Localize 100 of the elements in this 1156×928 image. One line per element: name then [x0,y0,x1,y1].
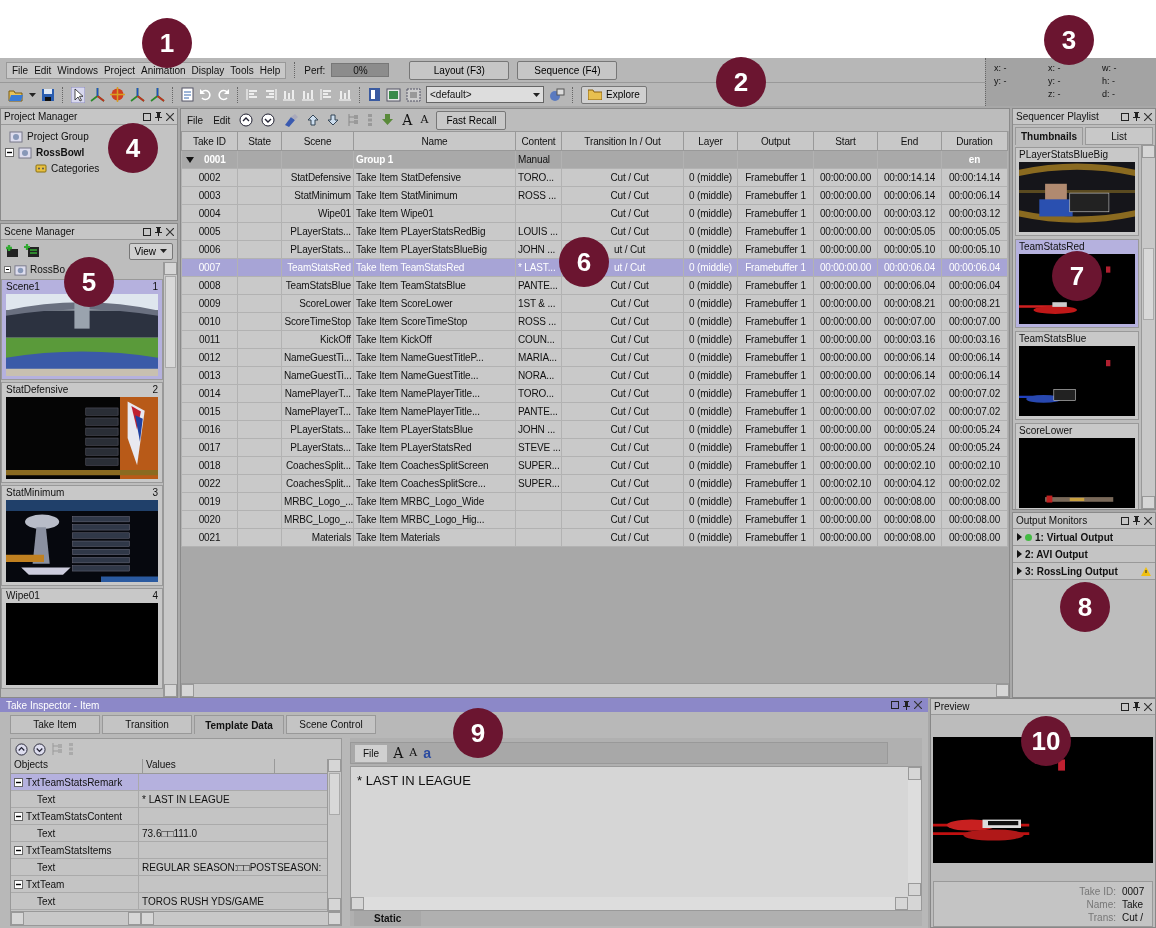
image-icon[interactable] [386,87,401,102]
add-folder-icon[interactable] [24,244,40,258]
scene-card[interactable]: Wipe01 4 [1,588,163,689]
playlist-card[interactable]: ScoreLower [1015,423,1139,509]
save-icon[interactable] [41,87,55,102]
tree-item[interactable]: Project Group [27,130,89,142]
mode-button[interactable]: Sequence (F4) [517,60,618,80]
object-row[interactable]: TxtTeam [11,876,327,893]
tab[interactable]: File [355,744,388,762]
column-header[interactable]: Layer [683,131,738,151]
fast-recall-button[interactable]: Fast Recall [436,110,507,130]
decrease-font-button[interactable]: A [409,746,418,760]
table-row[interactable]: 0012 NameGuestTi... Take Item NameGuestTitleP... MARIA... Cut / Cut 0 (middle) Framebuffer 1 00:00:00.00 00:00:06.14 00:00:06.14 [181,348,1008,367]
collapse-icon[interactable] [14,777,23,787]
close-icon[interactable] [1144,112,1152,121]
scene-card[interactable]: StatDefensive 2 [1,382,163,483]
restore-icon[interactable] [1121,112,1129,121]
expand-icon[interactable] [1017,567,1022,575]
pin-icon[interactable] [1133,702,1140,711]
scrollbar[interactable] [327,759,341,911]
tab[interactable]: Scene Control [286,715,376,734]
caret-icon[interactable] [29,92,36,97]
table-row[interactable]: 0015 NamePlayerT... Take Item NamePlayerTitle... PANTE... Cut / Cut 0 (middle) Framebuffer 1 00:00:00.00 00:00:07.02 00:00:07.02 [181,402,1008,421]
column-header[interactable]: Output [737,131,814,151]
column-header[interactable]: Take ID [181,131,238,151]
increase-font-button[interactable]: A [402,113,413,127]
collapse-icon[interactable] [186,156,194,163]
tab[interactable]: Static [354,911,422,926]
down-circle-icon[interactable] [33,742,46,756]
column-header[interactable]: Objects [11,759,143,773]
collapse-icon[interactable] [4,266,11,273]
tree-item[interactable]: RossBo [30,264,65,275]
scrollbar[interactable] [1141,145,1155,509]
scrollbar[interactable] [141,912,341,925]
menu-item[interactable]: Windows [56,64,99,76]
tree-item[interactable]: RossBowl [36,146,85,158]
scrollbar[interactable] [181,683,1009,697]
restore-icon[interactable] [1121,516,1129,525]
up-arrow-icon[interactable] [307,114,320,126]
tab[interactable]: Transition [102,715,192,734]
table-row[interactable]: 0005 PLayerStats... Take Item PLayerStatsRedBig LOUIS ... Cut / Cut 0 (middle) Framebuffer 1 00:00:00.00 00:00:05.05 00:00:05.05 [181,222,1008,241]
axes-icon[interactable] [150,87,165,102]
menu-item[interactable]: File [11,64,30,76]
close-icon[interactable] [1144,702,1152,711]
add-scene-icon[interactable] [5,244,19,258]
scene-card[interactable]: StatMinimum 3 [1,485,163,586]
pin-icon[interactable] [903,700,910,710]
link-icon[interactable] [549,87,565,102]
table-row[interactable]: 0021 Materials Take Item Materials Cut / Cut 0 (middle) Framebuffer 1 00:00:00.00 00:00:08.00 00:00:08.00 [181,528,1008,547]
open-folder-icon[interactable] [8,87,24,102]
menu-item[interactable]: Help [258,64,282,76]
menu-item[interactable]: File [186,114,205,126]
table-row[interactable]: 0010 ScoreTimeStop Take Item ScoreTimeStop ROSS ... Cut / Cut 0 (middle) Framebuffer 1 00:00:00.00 00:00:07.00 00:00:07.00 [181,312,1008,331]
column-header[interactable]: Content [515,131,562,151]
table-row[interactable]: 0003 StatMinimum Take Item StatMinimum ROSS ... Cut / Cut 0 (middle) Framebuffer 1 00:00:00.00 00:00:06.14 00:00:06.14 [181,186,1008,205]
restore-icon[interactable] [143,112,151,121]
collapse-icon[interactable] [14,811,23,821]
pin-icon[interactable] [155,227,162,236]
close-icon[interactable] [166,112,174,121]
collapse-icon[interactable] [14,879,23,889]
view-button[interactable]: View [128,242,173,260]
column-header[interactable]: Values [143,759,275,773]
axes-icon[interactable] [90,87,105,102]
tab[interactable]: Thumbnails [1015,127,1083,145]
layout-dropdown[interactable]: <default> [426,86,544,103]
menu-item[interactable]: Tools [229,64,255,76]
expand-icon[interactable] [1017,550,1022,558]
table-row[interactable]: 0018 CoachesSplit... Take Item CoachesSplitScreen SUPER... Cut / Cut 0 (middle) Framebuffer 1 00:00:00.00 00:00:02.10 00:00:02.10 [181,456,1008,475]
collapse-icon[interactable] [5,147,14,157]
table-row[interactable]: 0001 Group 1 Manual en [181,150,1008,169]
restore-icon[interactable] [143,227,151,236]
up-circle-icon[interactable] [239,113,254,127]
table-row[interactable]: 0011 KickOff Take Item KickOff COUN... Cut / Cut 0 (middle) Framebuffer 1 00:00:00.00 00:00:03.16 00:00:03.16 [181,330,1008,349]
table-row[interactable]: 0009 ScoreLower Take Item ScoreLower 1ST & ... Cut / Cut 0 (middle) Framebuffer 1 00:00:00.00 00:00:08.21 00:00:08.21 [181,294,1008,313]
table-row[interactable]: 0019 MRBC_Logo_... Take Item MRBC_Logo_Wide Cut / Cut 0 (middle) Framebuffer 1 00:00:00.00 00:00:08.00 00:00:08.00 [181,492,1008,511]
decrease-font-button[interactable]: A [420,113,429,127]
playlist-card[interactable]: PLayerStatsBlueBig [1015,147,1139,236]
axes-icon[interactable] [130,87,145,102]
column-header[interactable]: Scene [281,131,354,151]
close-icon[interactable] [166,227,174,236]
document-icon[interactable] [181,87,194,102]
scrollbar[interactable] [908,767,921,896]
scrollbar[interactable] [351,897,908,910]
increase-font-button[interactable]: A [393,746,404,760]
table-row[interactable]: 0020 MRBC_Logo_... Take Item MRBC_Logo_Hig... Cut / Cut 0 (middle) Framebuffer 1 00:00:00.00 00:00:08.00 00:00:08.00 [181,510,1008,529]
menu-item[interactable]: Display [190,64,226,76]
table-row[interactable]: 0014 NamePlayerT... Take Item NamePlayerTitle... TORO... Cut / Cut 0 (middle) Framebuffer 1 00:00:00.00 00:00:07.02 00:00:07.02 [181,384,1008,403]
collapse-icon[interactable] [14,845,23,855]
table-row[interactable]: 0016 PLayerStats... Take Item PLayerStatsBlue JOHN ... Cut / Cut 0 (middle) Framebuffer 1 00:00:00.00 00:00:05.24 00:00:05.24 [181,420,1008,439]
tree-item[interactable]: Categories [51,162,100,174]
expand-icon[interactable] [1017,533,1022,541]
table-row[interactable]: 0022 CoachesSplit... Take Item CoachesSplitScre... SUPER... Cut / Cut 0 (middle) Framebuffer 1 00:00:02.10 00:00:04.12 00:00:02.02 [181,474,1008,493]
object-row[interactable]: TxtTeamStatsItems [11,842,327,859]
explore-button[interactable]: Explore [581,85,647,104]
pin-icon[interactable] [1133,112,1140,121]
menu-item[interactable]: Edit [212,114,232,126]
scrollbar[interactable] [163,262,177,697]
text-editor[interactable]: * LAST IN LEAGUE [350,766,922,911]
table-row[interactable]: 0017 PLayerStats... Take Item PLayerStatsRed STEVE ... Cut / Cut 0 (middle) Framebuffer 1 00:00:00.00 00:00:05.24 00:00:05.24 [181,438,1008,457]
column-header[interactable]: Duration [941,131,1008,151]
